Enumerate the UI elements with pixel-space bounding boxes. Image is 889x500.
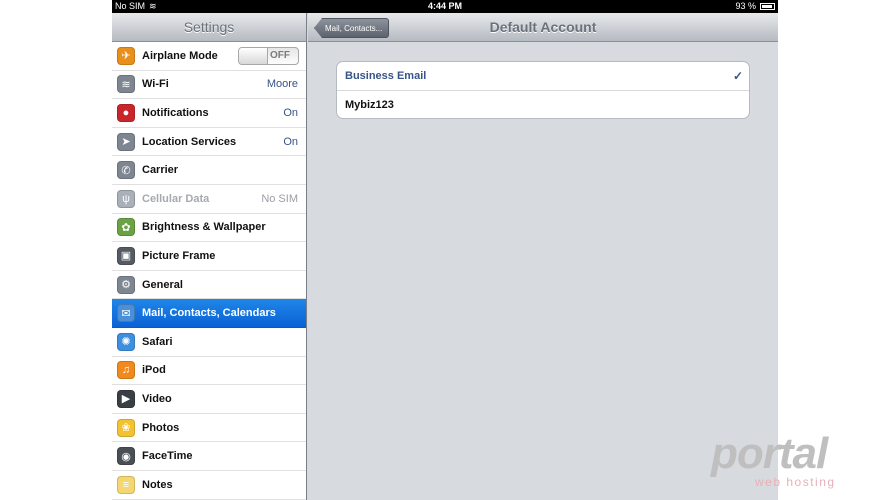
watermark-brand: portal: [711, 429, 828, 478]
settings-item-general[interactable]: ⚙ General: [112, 270, 306, 300]
settings-list: ✈ Airplane Mode OFF ≋ Wi-Fi Moore ● Notificatio…: [112, 42, 306, 500]
settings-master-pane: Settings ✈ Airplane Mode OFF ≋ Wi-Fi Moore ● No…: [112, 13, 307, 500]
settings-item-facetime[interactable]: ◉ FaceTime: [112, 442, 306, 471]
settings-item-notes[interactable]: ≡ Notes: [112, 470, 306, 500]
gear-icon: ⚙: [117, 275, 135, 294]
settings-item-brightness-wallpaper[interactable]: ✿ Brightness & Wallpaper: [112, 213, 306, 243]
master-title: Settings: [183, 19, 235, 35]
battery-percent: 93 %: [735, 1, 756, 11]
settings-item-label: FaceTime: [142, 450, 193, 463]
settings-item-airplane-mode[interactable]: ✈ Airplane Mode OFF: [112, 42, 306, 71]
settings-item-label: Mail, Contacts, Calendars: [142, 307, 276, 320]
wifi-icon: ≋: [117, 75, 135, 94]
settings-item-label: Video: [142, 392, 172, 405]
settings-item-value: No SIM: [261, 192, 298, 205]
watermark-subtitle: web hosting: [755, 475, 836, 489]
settings-item-value: Moore: [266, 78, 298, 91]
switch-state: OFF: [270, 49, 290, 61]
account-name: Business Email: [345, 70, 427, 82]
master-navbar: Settings: [112, 13, 306, 42]
detail-pane: Default Account Mail, Contacts... Busine…: [308, 13, 778, 500]
notepad-icon: ≡: [117, 475, 135, 494]
account-list: Business Email ✓ Mybiz123: [336, 61, 750, 119]
settings-item-label: Brightness & Wallpaper: [142, 221, 266, 234]
settings-item-value: On: [283, 135, 298, 148]
airplane-icon: ✈: [117, 46, 135, 65]
airplane-mode-switch[interactable]: OFF: [238, 46, 299, 65]
account-name: Mybiz123: [345, 99, 394, 111]
status-bar: No SIM ≋ 4:44 PM 93 %: [112, 0, 778, 13]
location-icon: ➤: [117, 132, 135, 151]
mail-icon: ✉: [117, 304, 135, 323]
compass-icon: ✺: [117, 332, 135, 351]
settings-item-label: Photos: [142, 421, 180, 434]
antenna-icon: ψ: [117, 189, 135, 208]
account-row[interactable]: Business Email ✓: [337, 62, 749, 90]
settings-item-label: Airplane Mode: [142, 49, 218, 62]
settings-item-carrier[interactable]: ✆ Carrier: [112, 156, 306, 185]
notifications-icon: ●: [117, 103, 135, 122]
settings-item-ipod[interactable]: ♫ iPod: [112, 356, 306, 386]
sunflower-icon: ❀: [117, 418, 135, 437]
settings-item-label: Notes: [142, 478, 173, 491]
camera-icon: ◉: [117, 447, 135, 466]
clock: 4:44 PM: [427, 1, 462, 11]
battery-icon: [760, 3, 775, 10]
settings-item-label: Location Services: [142, 135, 237, 148]
settings-item-label: iPod: [142, 364, 166, 377]
settings-item-label: Notifications: [142, 106, 209, 119]
settings-item-photos[interactable]: ❀ Photos: [112, 413, 306, 443]
picture-frame-icon: ▣: [117, 246, 135, 265]
flower-icon: ✿: [117, 218, 135, 237]
settings-item-label: General: [142, 278, 183, 291]
settings-item-label: Picture Frame: [142, 249, 216, 262]
settings-item-location-services[interactable]: ➤ Location Services On: [112, 127, 306, 157]
settings-item-notifications[interactable]: ● Notifications On: [112, 99, 306, 128]
settings-item-safari[interactable]: ✺ Safari: [112, 327, 306, 357]
clapper-icon: ▶: [117, 389, 135, 408]
settings-item-mail-contacts-calendars[interactable]: ✉ Mail, Contacts, Calendars: [112, 299, 306, 328]
settings-item-video[interactable]: ▶ Video: [112, 385, 306, 414]
checkmark-icon: ✓: [732, 69, 743, 83]
back-button[interactable]: Mail, Contacts...: [314, 18, 390, 38]
settings-item-label: Safari: [142, 335, 173, 348]
settings-item-label: Wi-Fi: [142, 78, 169, 91]
settings-item-picture-frame[interactable]: ▣ Picture Frame: [112, 242, 306, 271]
music-icon: ♫: [117, 361, 135, 380]
account-row[interactable]: Mybiz123: [337, 90, 749, 118]
settings-item-wifi[interactable]: ≋ Wi-Fi Moore: [112, 70, 306, 100]
settings-item-label: Carrier: [142, 164, 179, 177]
ipad-screen: No SIM ≋ 4:44 PM 93 % Settings ✈ Airplane…: [112, 0, 778, 500]
phone-icon: ✆: [117, 161, 135, 180]
portal-watermark: portal web hosting: [711, 432, 861, 492]
settings-item-cellular-data[interactable]: ψ Cellular Data No SIM: [112, 184, 306, 214]
switch-knob: [239, 47, 268, 64]
detail-navbar: Default Account Mail, Contacts...: [308, 13, 778, 42]
settings-item-label: Cellular Data: [142, 192, 210, 205]
settings-item-value: On: [283, 106, 298, 119]
